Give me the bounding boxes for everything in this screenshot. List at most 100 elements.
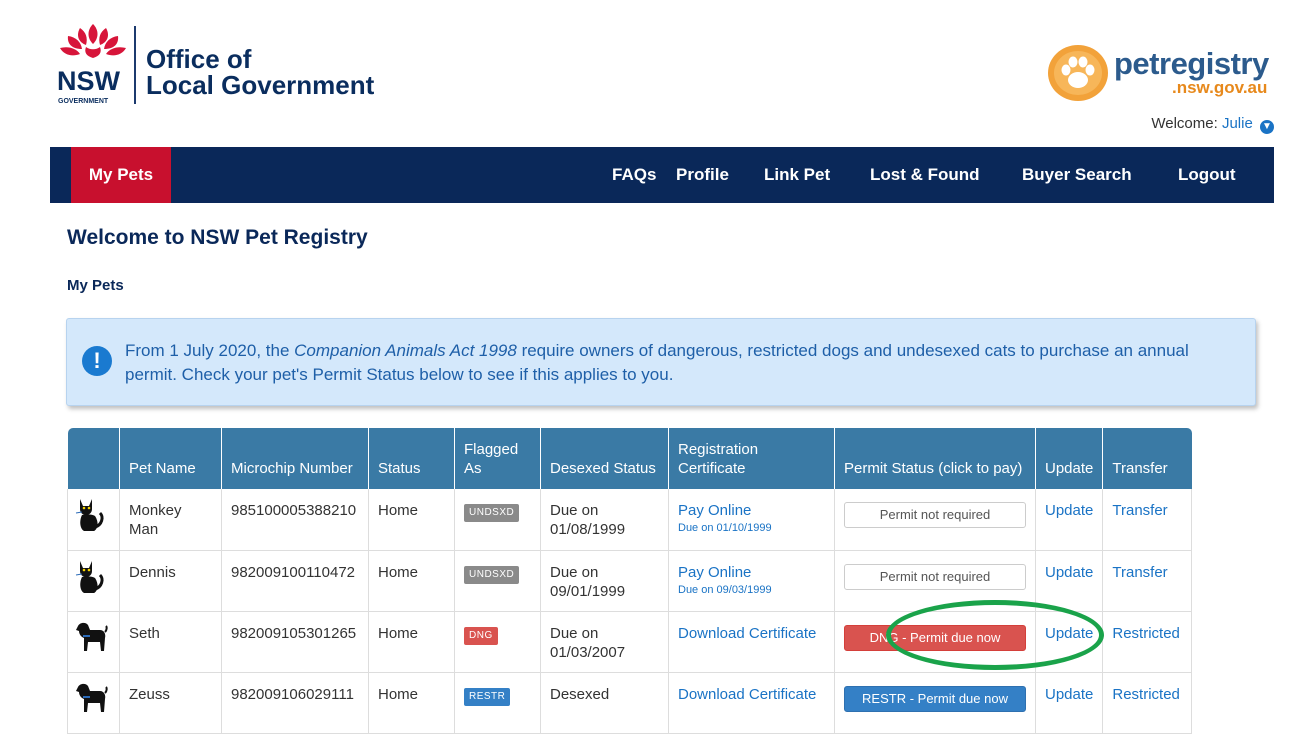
pet-status: Home [368, 489, 455, 551]
nav-faqs[interactable]: FAQs [612, 147, 656, 203]
microchip-number: 982009100110472 [221, 550, 369, 612]
dog-icon [76, 683, 108, 712]
logo-divider [134, 26, 136, 104]
col-header-desexed: Desexed Status [540, 428, 669, 489]
cat-icon [75, 560, 104, 593]
permit-notice: ! From 1 July 2020, the Companion Animal… [66, 318, 1256, 406]
pay-online-link[interactable]: Pay Online [678, 501, 825, 520]
chevron-down-icon[interactable]: ▼ [1260, 120, 1274, 134]
page-title: Welcome to NSW Pet Registry [67, 226, 368, 249]
microchip-number: 982009105301265 [221, 611, 369, 673]
update-link[interactable]: Update [1045, 625, 1093, 642]
col-header-pet-name: Pet Name [119, 428, 222, 489]
pay-online-link[interactable]: Pay Online [678, 563, 825, 582]
user-menu[interactable]: Welcome: Julie ▼ [1151, 115, 1274, 134]
table-row: Monkey Man 985100005388210 Home UNDSXD D… [67, 489, 1193, 551]
permit-cell: DNG - Permit due now [834, 611, 1036, 673]
pet-name: Seth [119, 611, 222, 673]
cat-icon [75, 499, 104, 531]
nsw-logo-text: NSW [57, 66, 121, 96]
registration-due: Due on 01/10/1999 [678, 522, 772, 534]
table-row: Zeuss 982009106029111 Home RESTR Desexed… [67, 672, 1193, 734]
dog-icon [76, 622, 108, 651]
update-cell: Update [1034, 611, 1103, 673]
notice-act: Companion Animals Act 1998 [294, 341, 517, 360]
col-header-permit: Permit Status (click to pay) [834, 428, 1036, 489]
main-nav: My Pets FAQs Profile Link Pet Lost & Fou… [50, 147, 1274, 203]
permit-due-button[interactable]: DNG - Permit due now [844, 624, 1026, 651]
permit-cell: Permit not required [834, 550, 1036, 612]
col-header-registration: Registration Certificate [668, 428, 835, 489]
col-header-microchip: Microchip Number [221, 428, 369, 489]
table-row: Seth 982009105301265 Home DNG Due on 01/… [67, 611, 1193, 673]
pet-name: Zeuss [119, 672, 222, 734]
pets-table: Pet Name Microchip Number Status Flagged… [67, 428, 1193, 734]
permit-due-button[interactable]: RESTR - Permit due now [844, 685, 1026, 712]
flag-cell: UNDSXD [454, 550, 541, 612]
update-cell: Update [1034, 489, 1103, 551]
nsw-waratah-logo: NSW GOVERNMENT [57, 24, 126, 105]
restricted-link[interactable]: Restricted [1112, 686, 1180, 703]
col-header-status: Status [368, 428, 455, 489]
col-header-icon [67, 428, 120, 489]
nsw-logo-subtext: GOVERNMENT [58, 98, 109, 105]
pet-icon-cell [67, 550, 120, 612]
restricted-link[interactable]: Restricted [1112, 625, 1180, 642]
pet-icon-cell [67, 489, 120, 551]
nav-link-pet[interactable]: Link Pet [764, 147, 830, 203]
flag-badge: UNDSXD [464, 504, 520, 522]
nav-logout[interactable]: Logout [1178, 147, 1236, 203]
registry-domain: .nsw.gov.au [1172, 78, 1268, 97]
microchip-number: 985100005388210 [221, 489, 369, 551]
notice-text: From 1 July 2020, the Companion Animals … [125, 339, 1235, 387]
notice-prefix: From 1 July 2020, the [125, 341, 295, 360]
user-name[interactable]: Julie [1222, 115, 1253, 132]
desexed-status: Desexed [540, 672, 669, 734]
update-cell: Update [1034, 550, 1103, 612]
nav-lost-found[interactable]: Lost & Found [870, 147, 980, 203]
update-link[interactable]: Update [1045, 564, 1093, 581]
transfer-link[interactable]: Transfer [1112, 502, 1167, 519]
download-certificate-link[interactable]: Download Certificate [678, 624, 825, 643]
registration-cell: Pay Online Due on 01/10/1999 [668, 489, 835, 551]
col-header-flagged: Flagged As [454, 428, 541, 489]
flag-badge: RESTR [464, 687, 511, 706]
transfer-cell: Restricted [1102, 611, 1193, 673]
flag-cell: UNDSXD [454, 489, 541, 551]
flag-cell: RESTR [454, 672, 541, 734]
registration-due: Due on 09/03/1999 [678, 583, 772, 596]
pet-status: Home [368, 550, 455, 612]
registration-cell: Download Certificate [668, 611, 835, 673]
nav-profile[interactable]: Profile [676, 147, 729, 203]
pet-status: Home [368, 611, 455, 673]
org-name-line2: Local Government [146, 70, 375, 100]
registration-cell: Pay Online Due on 09/03/1999 [668, 550, 835, 612]
nav-my-pets[interactable]: My Pets [71, 147, 171, 203]
pet-name: Dennis [119, 550, 222, 612]
permit-cell: RESTR - Permit due now [834, 672, 1036, 734]
desexed-status: Due on 01/03/2007 [540, 611, 669, 673]
paw-icon [1048, 45, 1108, 101]
nav-buyer-search[interactable]: Buyer Search [1022, 147, 1132, 203]
exclamation-icon: ! [82, 346, 112, 376]
desexed-status: Due on 09/01/1999 [540, 550, 669, 612]
page-header: NSW GOVERNMENT Office of Local Governmen… [0, 0, 1296, 146]
update-cell: Update [1034, 672, 1103, 734]
desexed-status: Due on 01/08/1999 [540, 489, 669, 551]
table-row: Dennis 982009100110472 Home UNDSXD Due o… [67, 550, 1193, 612]
transfer-link[interactable]: Transfer [1112, 564, 1167, 581]
permit-status-button[interactable]: Permit not required [844, 563, 1026, 590]
download-certificate-link[interactable]: Download Certificate [678, 685, 825, 704]
transfer-cell: Transfer [1102, 550, 1193, 612]
pet-icon-cell [67, 672, 120, 734]
col-header-update: Update [1034, 428, 1103, 489]
flag-badge: UNDSXD [464, 565, 520, 584]
transfer-cell: Restricted [1102, 672, 1193, 734]
permit-cell: Permit not required [834, 489, 1036, 551]
flag-cell: DNG [454, 611, 541, 673]
registration-cell: Download Certificate [668, 672, 835, 734]
org-name-line1: Office of [146, 44, 252, 74]
update-link[interactable]: Update [1045, 502, 1093, 519]
update-link[interactable]: Update [1045, 686, 1093, 703]
permit-status-button[interactable]: Permit not required [844, 502, 1026, 528]
